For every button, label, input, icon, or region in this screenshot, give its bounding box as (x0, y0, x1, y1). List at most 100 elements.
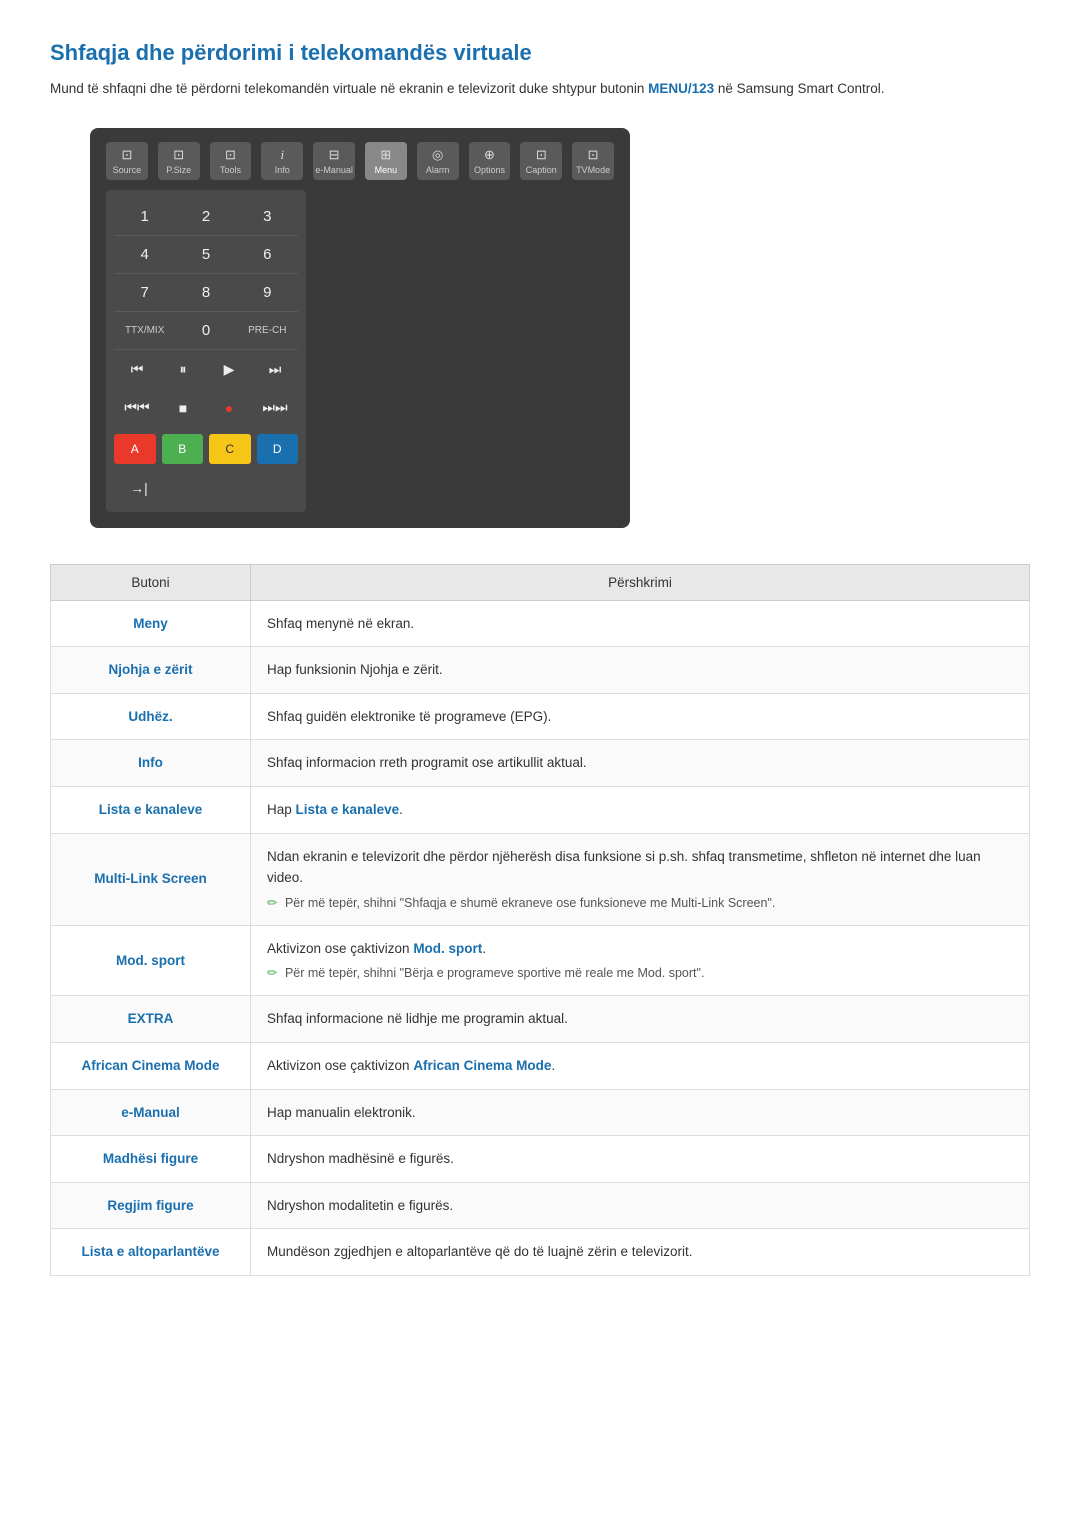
numpad-row-3: 7 8 9 (114, 274, 298, 312)
color-btn-c[interactable]: C (209, 434, 251, 464)
button-emanual: e-Manual (51, 1089, 251, 1136)
remote-btn-caption[interactable]: ⊡ Caption (520, 142, 562, 180)
intro-text: Mund të shfaqni dhe të përdorni telekoma… (50, 81, 648, 96)
numpad-ttxmix[interactable]: TTX/MIX (114, 312, 175, 350)
link-lista-kanaleve: Lista e kanaleve (296, 802, 400, 817)
remote-btn-tools[interactable]: ⊡ Tools (210, 142, 252, 180)
btn-fastforward[interactable]: ⏭ (252, 352, 298, 388)
tools-icon: ⊡ (225, 147, 236, 163)
table-row: African Cinema Mode Aktivizon ose çaktiv… (51, 1042, 1030, 1089)
menu-icon: ⊞ (380, 147, 391, 163)
button-madhësi: Madhësi figure (51, 1136, 251, 1183)
table-row: Info Shfaq informacion rreth programit o… (51, 740, 1030, 787)
desc-info: Shfaq informacion rreth programit ose ar… (251, 740, 1030, 787)
button-njohja: Njohja e zërit (51, 647, 251, 694)
numpad-4[interactable]: 4 (114, 236, 175, 274)
note-icon-multilink: ✏ (267, 896, 277, 910)
table-row: Lista e kanaleve Hap Lista e kanaleve. (51, 786, 1030, 833)
color-btn-b[interactable]: B (162, 434, 204, 464)
intro-paragraph: Mund të shfaqni dhe të përdorni telekoma… (50, 78, 1030, 100)
remote-btn-alarm[interactable]: ◎ Alarm (417, 142, 459, 180)
numpad-row-4: TTX/MIX 0 PRE-CH (114, 312, 298, 350)
info-icon: i (280, 147, 284, 163)
table-row: Mod. sport Aktivizon ose çaktivizon Mod.… (51, 925, 1030, 996)
tvmode-label: TVMode (576, 165, 610, 175)
numpad-2[interactable]: 2 (175, 198, 236, 236)
numpad-3[interactable]: 3 (237, 198, 298, 236)
col-header-button: Butoni (51, 564, 251, 600)
desc-emanual: Hap manualin elektronik. (251, 1089, 1030, 1136)
btn-prev-track[interactable]: ⏮⏮ (114, 390, 160, 426)
button-info: Info (51, 740, 251, 787)
desc-lista-altop: Mundëson zgjedhjen e altoparlantëve që d… (251, 1229, 1030, 1276)
tvmode-icon: ⊡ (588, 147, 599, 163)
caption-label: Caption (526, 165, 557, 175)
button-african-cinema: African Cinema Mode (51, 1042, 251, 1089)
numpad-5[interactable]: 5 (175, 236, 236, 274)
desc-lista-kanaleve: Hap Lista e kanaleve. (251, 786, 1030, 833)
button-meny: Meny (51, 600, 251, 647)
remote-btn-psize[interactable]: ⊡ P.Size (158, 142, 200, 180)
numpad-7[interactable]: 7 (114, 274, 175, 312)
numpad-row-1: 1 2 3 (114, 198, 298, 236)
options-icon: ⊕ (484, 147, 495, 163)
table-row: Lista e altoparlantëve Mundëson zgjedhje… (51, 1229, 1030, 1276)
link-african-cinema: African Cinema Mode (413, 1058, 551, 1073)
table-row: Njohja e zërit Hap funksionin Njohja e z… (51, 647, 1030, 694)
table-row: Madhësi figure Ndryshon madhësinë e figu… (51, 1136, 1030, 1183)
source-label: Source (113, 165, 142, 175)
menu-label: Menu (375, 165, 398, 175)
remote-btn-info[interactable]: i Info (261, 142, 303, 180)
button-regjim: Regjim figure (51, 1182, 251, 1229)
psize-icon: ⊡ (173, 147, 184, 163)
button-udhëz: Udhëz. (51, 693, 251, 740)
desc-modsport: Aktivizon ose çaktivizon Mod. sport. ✏ P… (251, 925, 1030, 996)
remote-btn-tvmode[interactable]: ⊡ TVMode (572, 142, 614, 180)
note-modsport: ✏ Për më tepër, shihni "Bërja e programe… (267, 963, 1013, 983)
remote-btn-emanual[interactable]: ⊟ e-Manual (313, 142, 355, 180)
arrow-row: →| (114, 472, 298, 504)
numpad-1[interactable]: 1 (114, 198, 175, 236)
btn-record[interactable]: ● (206, 390, 252, 426)
btn-arrow[interactable]: →| (114, 472, 164, 504)
numpad-0[interactable]: 0 (175, 312, 236, 350)
btn-next-track[interactable]: ⏭⏭ (252, 390, 298, 426)
desc-meny: Shfaq menynë në ekran. (251, 600, 1030, 647)
remote-btn-source[interactable]: ⊡ Source (106, 142, 148, 180)
remote-control-panel: ⊡ Source ⊡ P.Size ⊡ Tools i Info ⊟ e-Man… (90, 128, 630, 528)
caption-icon: ⊡ (536, 147, 547, 163)
remote-btn-menu[interactable]: ⊞ Menu (365, 142, 407, 180)
btn-rewind[interactable]: ⏮ (114, 352, 160, 388)
table-row: EXTRA Shfaq informacione në lidhje me pr… (51, 996, 1030, 1043)
note-multilink: ✏ Për më tepër, shihni "Shfaqja e shumë … (267, 893, 1013, 913)
btn-play[interactable]: ▶ (206, 352, 252, 388)
button-lista-altop: Lista e altoparlantëve (51, 1229, 251, 1276)
numpad-prech[interactable]: PRE-CH (237, 312, 298, 350)
note-icon-modsport: ✏ (267, 966, 277, 980)
numpad-section: 1 2 3 4 5 6 7 8 9 TTX/MIX 0 PRE-CH ⏮ ⏸ ▶… (106, 190, 306, 512)
color-btn-d[interactable]: D (257, 434, 299, 464)
color-btn-a[interactable]: A (114, 434, 156, 464)
page-title: Shfaqja dhe përdorimi i telekomandës vir… (50, 40, 1030, 66)
transport-row-2: ⏮⏮ ■ ● ⏭⏭ (114, 390, 298, 426)
col-header-description: Përshkrimi (251, 564, 1030, 600)
desc-njohja: Hap funksionin Njohja e zërit. (251, 647, 1030, 694)
numpad-row-2: 4 5 6 (114, 236, 298, 274)
btn-pause[interactable]: ⏸ (160, 352, 206, 388)
numpad-8[interactable]: 8 (175, 274, 236, 312)
remote-btn-options[interactable]: ⊕ Options (469, 142, 511, 180)
psize-label: P.Size (166, 165, 191, 175)
desc-extra: Shfaq informacione në lidhje me programi… (251, 996, 1030, 1043)
desc-african-cinema: Aktivizon ose çaktivizon African Cinema … (251, 1042, 1030, 1089)
desc-multilink: Ndan ekranin e televizorit dhe përdor nj… (251, 833, 1030, 925)
intro-highlight: MENU/123 (648, 81, 714, 96)
emanual-label: e-Manual (315, 165, 353, 175)
intro-suffix: në Samsung Smart Control. (714, 81, 884, 96)
transport-row-1: ⏮ ⏸ ▶ ⏭ (114, 352, 298, 388)
numpad-9[interactable]: 9 (237, 274, 298, 312)
numpad-6[interactable]: 6 (237, 236, 298, 274)
options-label: Options (474, 165, 505, 175)
btn-stop[interactable]: ■ (160, 390, 206, 426)
emanual-icon: ⊟ (329, 147, 340, 163)
info-label: Info (275, 165, 290, 175)
